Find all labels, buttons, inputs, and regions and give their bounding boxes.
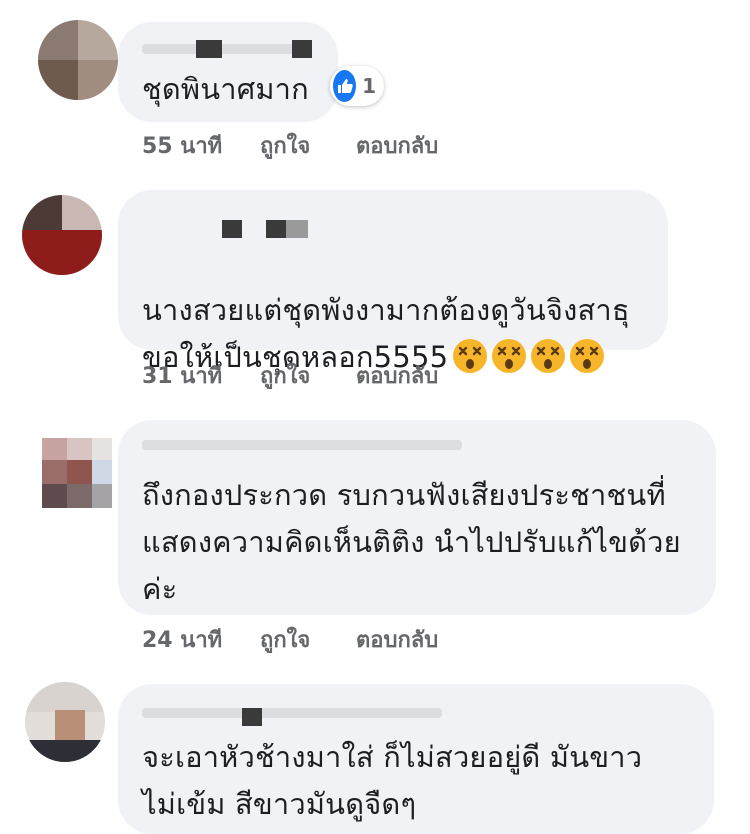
timestamp[interactable]: 31 นาที bbox=[142, 358, 260, 393]
comment-text: จะเอาหัวช้างมาใส่ ก็ไม่สวยอยู่ดี มันขาว … bbox=[142, 740, 643, 821]
comment-meta: 55 นาที ถูกใจ ตอบกลับ bbox=[142, 128, 438, 163]
avatar[interactable] bbox=[38, 20, 118, 100]
comment-bubble: ถึงกองประกวด รบกวนฟังเสียงประชาชนที่ แสด… bbox=[118, 420, 716, 615]
comment-bubble: จะเอาหัวช้างมาใส่ ก็ไม่สวยอยู่ดี มันขาว … bbox=[118, 684, 714, 834]
like-link[interactable]: ถูกใจ bbox=[260, 358, 356, 393]
comment-meta: 31 นาที ถูกใจ ตอบกลับ bbox=[142, 358, 438, 393]
avatar[interactable] bbox=[22, 195, 102, 275]
reaction-count: 1 bbox=[362, 74, 376, 98]
like-link[interactable]: ถูกใจ bbox=[260, 622, 356, 657]
avatar[interactable] bbox=[25, 682, 105, 762]
reply-link[interactable]: ตอบกลับ bbox=[356, 128, 438, 163]
author-name-redacted[interactable] bbox=[142, 220, 308, 240]
comment-text: ชุดพินาศมาก bbox=[142, 72, 309, 106]
comment-meta: 24 นาที ถูกใจ ตอบกลับ bbox=[142, 622, 438, 657]
reply-link[interactable]: ตอบกลับ bbox=[356, 358, 438, 393]
author-name-redacted[interactable] bbox=[142, 40, 312, 60]
author-name-redacted[interactable] bbox=[142, 436, 462, 456]
author-name-redacted[interactable] bbox=[142, 704, 442, 726]
reaction-badge[interactable]: 1 bbox=[330, 66, 384, 106]
reply-link[interactable]: ตอบกลับ bbox=[356, 622, 438, 657]
dizzy-face-icon bbox=[531, 339, 566, 373]
avatar[interactable] bbox=[42, 438, 112, 508]
dizzy-face-icon bbox=[453, 339, 488, 373]
comment-text: ถึงกองประกวด รบกวนฟังเสียงประชาชนที่ แสด… bbox=[142, 478, 681, 606]
like-link[interactable]: ถูกใจ bbox=[260, 128, 356, 163]
timestamp[interactable]: 55 นาที bbox=[142, 128, 260, 163]
thumbs-up-icon bbox=[333, 70, 357, 102]
comment-bubble: นางสวยแต่ชุดพังงามากต้องดูวันจิงสาธุ ขอใ… bbox=[118, 190, 668, 374]
comment-bubble: ชุดพินาศมาก bbox=[118, 22, 338, 122]
dizzy-face-icon bbox=[492, 339, 527, 373]
timestamp[interactable]: 24 นาที bbox=[142, 622, 260, 657]
dizzy-face-icon bbox=[570, 339, 605, 373]
